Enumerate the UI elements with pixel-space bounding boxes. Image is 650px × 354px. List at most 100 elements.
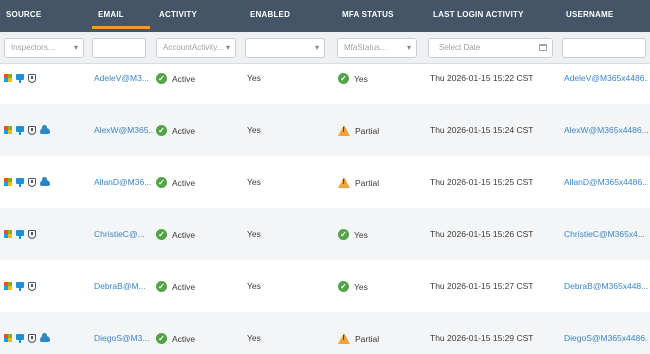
username-link[interactable]: AlexW@M365x4486... <box>564 104 648 156</box>
windows-icon <box>4 282 12 290</box>
cloud-icon <box>40 333 50 342</box>
mfa-status-cell: Partial <box>338 104 379 156</box>
windows-icon <box>4 230 12 238</box>
enabled-cell: Yes <box>247 177 261 187</box>
mfa-status-label: Yes <box>354 281 368 292</box>
check-circle-icon: ✓ <box>338 229 349 241</box>
table-header: SOURCE EMAIL ACTIVITY ENABLED MFA STATUS… <box>0 0 650 32</box>
enabled-cell: Yes <box>247 125 261 135</box>
email-link[interactable]: AllanD@M36... <box>94 156 154 208</box>
activity-filter-value: AccountActivity... <box>163 43 224 52</box>
username-link[interactable]: AllanD@M365x4486... <box>564 156 648 208</box>
check-circle-icon: ✓ <box>156 333 167 345</box>
warning-icon <box>338 177 350 189</box>
activity-cell: ✓ Active <box>156 156 195 208</box>
enabled-cell: Yes <box>247 229 261 239</box>
table-row[interactable]: AlexW@M365...✓ Active Yes Partial Thu 2026-0… <box>0 104 650 156</box>
shield-icon <box>28 125 36 135</box>
username-link[interactable]: ChristieC@M365x4... <box>564 208 648 260</box>
check-circle-icon: ✓ <box>338 281 349 293</box>
shield-icon <box>28 229 36 239</box>
email-link[interactable]: DiegoS@M3... <box>94 312 154 354</box>
source-icons <box>4 281 36 291</box>
source-icons <box>4 73 36 83</box>
mfa-status-label: Partial <box>355 125 380 136</box>
shield-icon <box>28 177 36 187</box>
mfa-filter-value: MfaStatus... <box>344 43 387 52</box>
username-link[interactable]: DiegoS@M365x4486... <box>564 312 648 354</box>
email-link[interactable]: ChristieC@... <box>94 208 154 260</box>
table-row[interactable]: DiegoS@M3...✓ Active Yes Partial Thu 2026-01… <box>0 312 650 354</box>
activity-label: Active <box>172 333 196 344</box>
username-link[interactable]: DebraB@M365x448... <box>564 260 648 312</box>
shield-icon <box>28 73 36 83</box>
username-link[interactable]: AdeleV@M365x4486... <box>564 52 648 104</box>
monitor-icon <box>16 73 24 83</box>
mfa-status-label: Yes <box>354 229 368 240</box>
activity-label: Active <box>172 281 196 292</box>
email-link[interactable]: AlexW@M365... <box>94 104 154 156</box>
monitor-icon <box>16 229 24 239</box>
email-link[interactable]: AdeleV@M3... <box>94 52 154 104</box>
source-filter-value: Inspectors... <box>11 43 55 52</box>
check-circle-icon: ✓ <box>156 177 167 189</box>
table-row[interactable]: AllanD@M36...✓ Active Yes Partial Thu 2026-0… <box>0 156 650 208</box>
activity-cell: ✓ Active <box>156 260 195 312</box>
mfa-status-label: Partial <box>355 177 380 188</box>
source-icons <box>4 125 50 135</box>
activity-label: Active <box>172 229 196 240</box>
enabled-cell: Yes <box>247 281 261 291</box>
source-icons <box>4 177 50 187</box>
table-row[interactable]: DebraB@M... ✓ Active Yes ✓ Yes Thu 2026-01-15 … <box>0 260 650 312</box>
enabled-cell: Yes <box>247 333 261 343</box>
check-circle-icon: ✓ <box>338 73 349 85</box>
activity-cell: ✓ Active <box>156 52 195 104</box>
column-header-source[interactable]: SOURCE <box>6 0 41 29</box>
column-header-activity[interactable]: ACTIVITY <box>159 0 197 29</box>
last-login-cell: Thu 2026-01-15 15:24 CST <box>430 125 534 135</box>
mfa-status-cell: Partial <box>338 312 379 354</box>
cloud-icon <box>40 177 50 186</box>
windows-icon <box>4 126 12 134</box>
source-icons <box>4 229 36 239</box>
table-row[interactable]: ChristieC@... ✓ Active Yes ✓ Yes Thu 2026-01-1… <box>0 208 650 260</box>
check-circle-icon: ✓ <box>156 229 167 241</box>
shield-icon <box>28 333 36 343</box>
calendar-icon <box>539 44 547 51</box>
monitor-icon <box>16 281 24 291</box>
mfa-status-label: Yes <box>354 73 368 84</box>
mfa-status-cell: ✓ Yes <box>338 208 368 260</box>
shield-icon <box>28 281 36 291</box>
enabled-cell: Yes <box>247 73 261 83</box>
check-circle-icon: ✓ <box>156 73 167 85</box>
mfa-status-cell: ✓ Yes <box>338 260 368 312</box>
column-header-last-login[interactable]: LAST LOGIN ACTIVITY <box>433 0 524 29</box>
last-login-cell: Thu 2026-01-15 15:29 CST <box>430 333 534 343</box>
activity-cell: ✓ Active <box>156 104 195 156</box>
column-header-mfa-status[interactable]: MFA STATUS <box>342 0 394 29</box>
windows-icon <box>4 334 12 342</box>
column-header-username[interactable]: USERNAME <box>566 0 613 29</box>
activity-cell: ✓ Active <box>156 312 195 354</box>
activity-label: Active <box>172 177 196 188</box>
table-row[interactable]: AdeleV@M3... ✓ Active Yes ✓ Yes Thu 2026-01-15… <box>0 52 650 104</box>
email-link[interactable]: DebraB@M... <box>94 260 154 312</box>
warning-icon <box>338 125 350 137</box>
date-filter-placeholder: Select Date <box>439 43 481 52</box>
mfa-status-label: Partial <box>355 333 380 344</box>
monitor-icon <box>16 125 24 135</box>
monitor-icon <box>16 333 24 343</box>
check-circle-icon: ✓ <box>156 125 167 137</box>
column-header-email[interactable]: EMAIL <box>92 0 150 29</box>
check-circle-icon: ✓ <box>156 281 167 293</box>
activity-label: Active <box>172 125 196 136</box>
warning-icon <box>338 333 350 345</box>
source-icons <box>4 333 50 343</box>
cloud-icon <box>40 125 50 134</box>
monitor-icon <box>16 177 24 187</box>
last-login-cell: Thu 2026-01-15 15:26 CST <box>430 229 534 239</box>
mfa-status-cell: Partial <box>338 156 379 208</box>
windows-icon <box>4 178 12 186</box>
activity-cell: ✓ Active <box>156 208 195 260</box>
column-header-enabled[interactable]: ENABLED <box>250 0 290 29</box>
